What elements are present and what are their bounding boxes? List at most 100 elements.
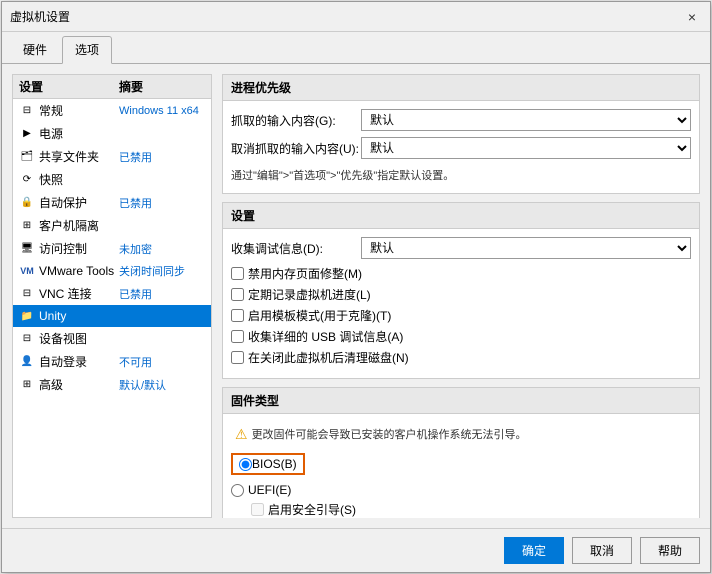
vnc-value: 已禁用 — [119, 286, 205, 302]
list-item-autoprotect[interactable]: 🔒 自动保护 已禁用 — [13, 191, 211, 214]
tabs: 硬件 选项 — [2, 32, 710, 64]
vnc-icon: ⊟ — [19, 286, 35, 302]
autologin-icon: 👤 — [19, 354, 35, 370]
list-item-device-view[interactable]: ⊟ 设备视图 — [13, 327, 211, 350]
general-value: Windows 11 x64 — [119, 105, 205, 117]
title-bar: 虚拟机设置 × — [2, 2, 710, 32]
vmware-tools-value: 关闭时间同步 — [119, 263, 205, 279]
col-header-setting: 设置 — [19, 78, 119, 95]
power-label: 电源 — [39, 125, 119, 142]
shared-folders-label: 共享文件夹 — [39, 148, 119, 165]
advanced-value: 默认/默认 — [119, 377, 205, 393]
collect-debug-row: 收集调试信息(D): 默认 — [231, 237, 691, 259]
list-item-shared-folders[interactable]: 🗂 共享文件夹 已禁用 — [13, 145, 211, 168]
access-control-label: 访问控制 — [39, 240, 119, 257]
firmware-section: 固件类型 ⚠ 更改固件可能会导致已安装的客户机操作系统无法引导。 BIOS(B) — [222, 387, 700, 518]
firmware-title: 固件类型 — [223, 388, 699, 414]
collect-usb-checkbox[interactable] — [231, 330, 244, 343]
list-item-guest-isolation[interactable]: ⊞ 客户机隔离 — [13, 214, 211, 237]
periodic-snapshot-checkbox[interactable] — [231, 288, 244, 301]
advanced-icon: ⊞ — [19, 377, 35, 393]
collect-usb-label: 收集详细的 USB 调试信息(A) — [248, 328, 403, 345]
tab-hardware[interactable]: 硬件 — [10, 36, 60, 63]
checkbox-clean-disk: 在关闭此虚拟机后清理磁盘(N) — [231, 349, 691, 366]
collect-debug-label: 收集调试信息(D): — [231, 240, 361, 257]
capture-input-row: 抓取的输入内容(G): 默认 — [231, 109, 691, 131]
priority-note: 通过"编辑">"首选项">"优先级"指定默认设置。 — [231, 165, 691, 185]
advanced-label: 高级 — [39, 376, 119, 393]
secure-boot-row: 启用安全引导(S) — [231, 501, 691, 518]
list-item-vnc[interactable]: ⊟ VNC 连接 已禁用 — [13, 282, 211, 305]
priority-title: 进程优先级 — [223, 75, 699, 101]
list-item-autologin[interactable]: 👤 自动登录 不可用 — [13, 350, 211, 373]
autologin-value: 不可用 — [119, 354, 205, 370]
list-item-advanced[interactable]: ⊞ 高级 默认/默认 — [13, 373, 211, 396]
autologin-label: 自动登录 — [39, 353, 119, 370]
vmware-tools-label: VMware Tools — [39, 264, 119, 278]
uncapture-input-select[interactable]: 默认 — [361, 137, 691, 159]
shared-folders-value: 已禁用 — [119, 149, 205, 165]
list-item-power[interactable]: ▶ 电源 — [13, 122, 211, 145]
autoprotect-value: 已禁用 — [119, 195, 205, 211]
secure-boot-checkbox[interactable] — [251, 503, 264, 516]
tab-options[interactable]: 选项 — [62, 36, 112, 64]
snapshot-icon: ⟳ — [19, 172, 35, 188]
unity-icon: 📁 — [19, 308, 35, 324]
clean-disk-label: 在关闭此虚拟机后清理磁盘(N) — [248, 349, 409, 366]
list-item-vmware-tools[interactable]: VM VMware Tools 关闭时间同步 — [13, 260, 211, 282]
general-icon: ⊟ — [19, 103, 35, 119]
settings-section: 设置 收集调试信息(D): 默认 禁用内存页面修整(M) 定期记录虚 — [222, 202, 700, 379]
settings-body: 收集调试信息(D): 默认 禁用内存页面修整(M) 定期记录虚拟机进度(L) — [223, 229, 699, 378]
enable-template-checkbox[interactable] — [231, 309, 244, 322]
checkbox-periodic-snapshot: 定期记录虚拟机进度(L) — [231, 286, 691, 303]
uncapture-input-label: 取消抓取的输入内容(U): — [231, 140, 361, 157]
checkbox-disable-mem: 禁用内存页面修整(M) — [231, 265, 691, 282]
disable-mem-checkbox[interactable] — [231, 267, 244, 280]
access-control-value: 未加密 — [119, 241, 205, 257]
firmware-warning: ⚠ 更改固件可能会导致已安装的客户机操作系统无法引导。 — [231, 422, 691, 447]
guest-isolation-icon: ⊞ — [19, 218, 35, 234]
left-header: 设置 摘要 — [13, 75, 211, 99]
bios-label: BIOS(B) — [252, 457, 297, 471]
list-item-access-control[interactable]: 🖥 访问控制 未加密 — [13, 237, 211, 260]
vnc-label: VNC 连接 — [39, 285, 119, 302]
access-control-icon: 🖥 — [19, 241, 35, 257]
list-item-unity[interactable]: 📁 Unity — [13, 305, 211, 327]
disable-mem-label: 禁用内存页面修整(M) — [248, 265, 362, 282]
uefi-radio-row: UEFI(E) — [231, 483, 691, 497]
ok-button[interactable]: 确定 — [504, 537, 564, 564]
device-view-label: 设备视图 — [39, 330, 119, 347]
dialog-title: 虚拟机设置 — [10, 8, 70, 25]
shared-folders-icon: 🗂 — [19, 149, 35, 165]
list-item-snapshot[interactable]: ⟳ 快照 — [13, 168, 211, 191]
bios-radio-container-wrapper: BIOS(B) — [231, 453, 691, 479]
bios-radio[interactable] — [239, 458, 252, 471]
right-panel: 进程优先级 抓取的输入内容(G): 默认 取消抓取的输入内容(U): 默认 — [222, 74, 700, 518]
help-button[interactable]: 帮助 — [640, 537, 700, 564]
firmware-warning-text: 更改固件可能会导致已安装的客户机操作系统无法引导。 — [252, 426, 527, 442]
general-label: 常规 — [39, 102, 119, 119]
secure-boot-label: 启用安全引导(S) — [268, 501, 356, 518]
warning-icon: ⚠ — [235, 426, 248, 443]
firmware-body: ⚠ 更改固件可能会导致已安装的客户机操作系统无法引导。 BIOS(B) UEFI… — [223, 414, 699, 518]
col-header-summary: 摘要 — [119, 78, 205, 95]
uefi-radio[interactable] — [231, 484, 244, 497]
guest-isolation-label: 客户机隔离 — [39, 217, 119, 234]
power-icon: ▶ — [19, 126, 35, 142]
vmware-tools-icon: VM — [19, 263, 35, 279]
autoprotect-label: 自动保护 — [39, 194, 119, 211]
close-button[interactable]: × — [682, 7, 702, 27]
clean-disk-checkbox[interactable] — [231, 351, 244, 364]
dialog: 虚拟机设置 × 硬件 选项 设置 摘要 ⊟ 常规 Windows 11 x64 … — [1, 1, 711, 573]
snapshot-label: 快照 — [39, 171, 119, 188]
checkbox-enable-template: 启用模板模式(用于克隆)(T) — [231, 307, 691, 324]
autoprotect-icon: 🔒 — [19, 195, 35, 211]
enable-template-label: 启用模板模式(用于克隆)(T) — [248, 307, 391, 324]
list-item-general[interactable]: ⊟ 常规 Windows 11 x64 — [13, 99, 211, 122]
periodic-snapshot-label: 定期记录虚拟机进度(L) — [248, 286, 371, 303]
checkbox-collect-usb: 收集详细的 USB 调试信息(A) — [231, 328, 691, 345]
capture-input-select[interactable]: 默认 — [361, 109, 691, 131]
cancel-button[interactable]: 取消 — [572, 537, 632, 564]
collect-debug-select[interactable]: 默认 — [361, 237, 691, 259]
unity-label: Unity — [39, 309, 119, 323]
